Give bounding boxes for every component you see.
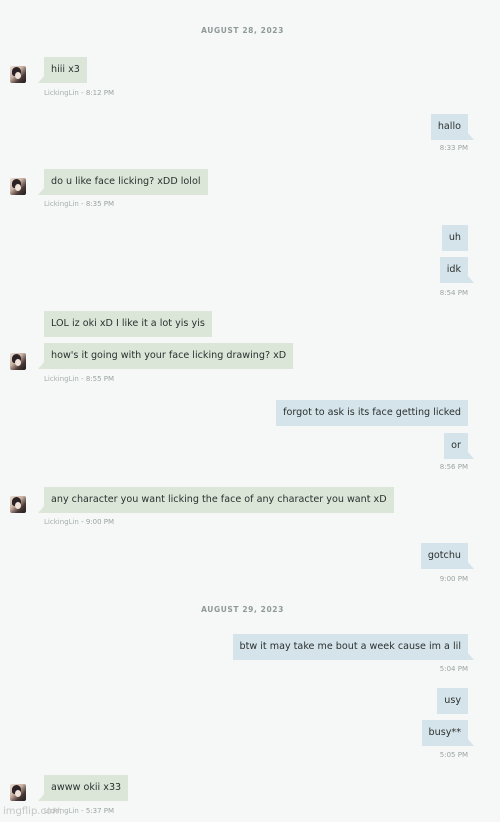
avatar[interactable] <box>10 353 26 370</box>
timestamp: 8:56 PM <box>439 463 468 471</box>
timestamp: - 5:37 PM <box>81 807 115 815</box>
sender-name[interactable]: LickingLin <box>44 89 79 97</box>
timestamp: 8:54 PM <box>439 289 468 297</box>
avatar[interactable] <box>10 66 26 83</box>
timestamp: - 9:00 PM <box>81 518 115 526</box>
message-bubble-sent: idk <box>439 257 475 283</box>
date-separator: AUGUST 28, 2023 <box>201 26 284 35</box>
timestamp: 5:04 PM <box>439 665 468 673</box>
message-bubble-sent: usy <box>437 688 468 714</box>
timestamp: - 8:55 PM <box>81 375 115 383</box>
watermark: imgflip.com <box>3 806 62 817</box>
message-bubble-sent: uh <box>441 225 468 251</box>
timestamp: 5:05 PM <box>439 751 468 759</box>
sender-name[interactable]: LickingLin <box>44 200 79 208</box>
avatar[interactable] <box>10 496 26 513</box>
message-bubble-sent: hallo <box>430 114 475 140</box>
message-bubble-sent: or <box>444 433 474 459</box>
timestamp: 9:00 PM <box>439 575 468 583</box>
message-bubble-received: awww okii x33 <box>37 775 129 801</box>
message-bubble-sent: gotchu <box>420 543 475 569</box>
message-bubble-received: how's it going with your face licking dr… <box>37 343 294 369</box>
timestamp: 8:33 PM <box>439 144 468 152</box>
avatar[interactable] <box>10 784 26 801</box>
message-bubble-received: any character you want licking the face … <box>38 487 394 513</box>
message-meta: LickingLin - 8:35 PM <box>44 200 114 208</box>
message-meta: LickingLin - 8:55 PM <box>44 375 114 383</box>
date-separator: AUGUST 29, 2023 <box>201 605 284 614</box>
message-bubble-sent: btw it may take me bout a week cause im … <box>232 634 474 660</box>
timestamp: - 8:12 PM <box>81 89 115 97</box>
sender-name[interactable]: LickingLin <box>44 375 79 383</box>
timestamp: - 8:35 PM <box>81 200 115 208</box>
message-meta: LickingLin - 8:12 PM <box>44 89 114 97</box>
message-bubble-received: LOL iz oki xD I like it a lot yis yis <box>44 311 212 337</box>
message-bubble-received: hiii x3 <box>38 57 87 83</box>
message-bubble-sent: forgot to ask is its face getting licked <box>276 400 468 426</box>
message-bubble-sent: busy** <box>421 720 475 746</box>
avatar[interactable] <box>10 178 26 195</box>
sender-name[interactable]: LickingLin <box>44 518 79 526</box>
message-bubble-received: do u like face licking? xDD lolol <box>38 169 208 195</box>
message-meta: LickingLin - 9:00 PM <box>44 518 114 526</box>
